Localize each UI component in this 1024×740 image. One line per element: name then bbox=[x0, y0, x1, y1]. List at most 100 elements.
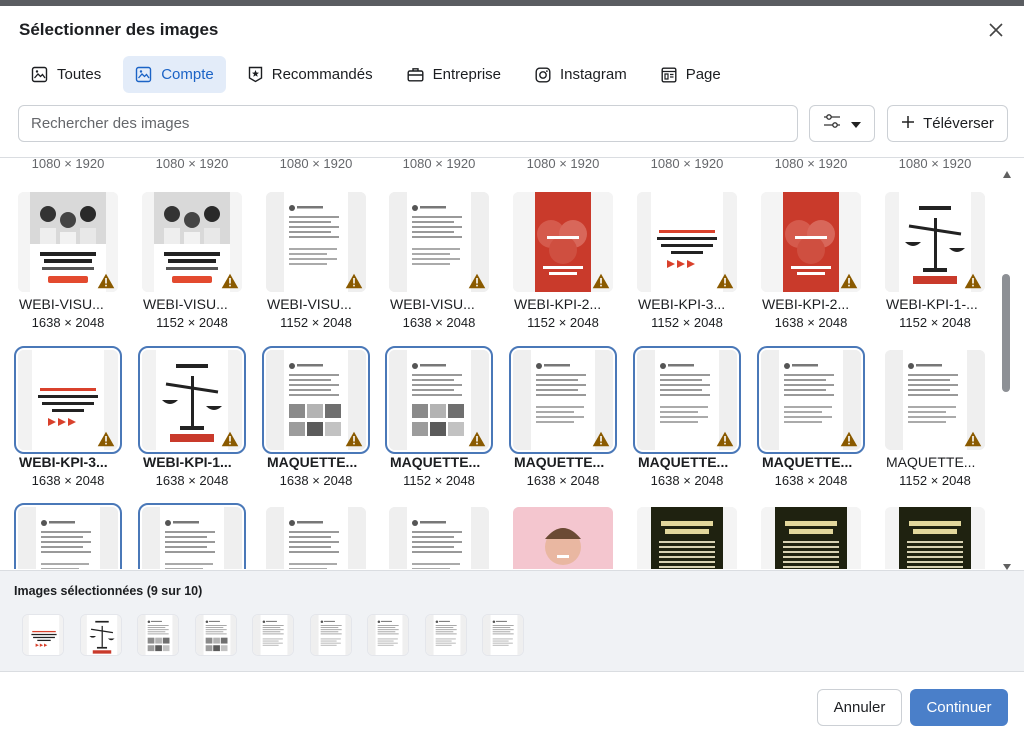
plus-icon bbox=[901, 115, 915, 133]
photos-icon bbox=[135, 66, 161, 83]
image-dimensions: 1080 × 1920 bbox=[526, 158, 600, 171]
warning-icon bbox=[964, 273, 982, 289]
image-name: WEBI-VISU... bbox=[390, 296, 475, 312]
tab-label: Toutes bbox=[57, 66, 102, 83]
selected-image-thumbnail[interactable] bbox=[424, 614, 467, 656]
image-thumbnail[interactable] bbox=[509, 346, 617, 454]
scrollbar-thumb[interactable] bbox=[1002, 274, 1010, 392]
image-dimensions: 1638 × 2048 bbox=[31, 473, 105, 488]
sliders-icon bbox=[823, 114, 841, 133]
image-name: WEBI-KPI-1... bbox=[143, 454, 232, 470]
image-dimensions: 1152 × 2048 bbox=[156, 315, 228, 330]
image-thumbnail[interactable] bbox=[262, 346, 370, 454]
cancel-button[interactable]: Annuler bbox=[817, 689, 902, 726]
image-dimensions: 1638 × 2048 bbox=[774, 473, 848, 488]
image-thumbnail[interactable] bbox=[385, 346, 493, 454]
image-name: WEBI-VISU... bbox=[143, 296, 228, 312]
image-thumbnail[interactable] bbox=[513, 192, 613, 292]
photos-icon bbox=[31, 66, 57, 83]
window-top-bar bbox=[0, 0, 1024, 6]
tab-label: Page bbox=[685, 66, 721, 83]
image-thumbnail[interactable] bbox=[761, 507, 861, 569]
image-name: MAQUETTE... bbox=[390, 454, 481, 470]
warning-icon bbox=[716, 431, 734, 447]
image-dimensions: 1152 × 2048 bbox=[280, 315, 352, 330]
selected-image-thumbnail[interactable] bbox=[22, 614, 64, 656]
tab-instagram[interactable]: Instagram bbox=[523, 56, 639, 93]
image-thumbnail[interactable] bbox=[885, 350, 985, 450]
warning-icon bbox=[345, 273, 363, 289]
image-name: WEBI-KPI-2... bbox=[762, 296, 850, 312]
image-thumbnail[interactable] bbox=[757, 346, 865, 454]
image-thumbnail[interactable] bbox=[633, 346, 741, 454]
image-thumbnail[interactable] bbox=[885, 192, 985, 292]
image-thumbnail[interactable] bbox=[266, 507, 366, 569]
image-thumbnail[interactable] bbox=[637, 507, 737, 569]
image-dimensions: 1638 × 2048 bbox=[279, 473, 353, 488]
tab-page[interactable]: Page bbox=[649, 56, 733, 93]
warning-icon bbox=[468, 431, 486, 447]
image-name: MAQUETTE... bbox=[267, 454, 358, 470]
instagram-icon bbox=[535, 67, 560, 83]
selected-image-thumbnail[interactable] bbox=[137, 614, 179, 656]
image-thumbnail[interactable] bbox=[14, 503, 122, 569]
image-thumbnail[interactable] bbox=[761, 192, 861, 292]
selected-image-thumbnail[interactable] bbox=[367, 614, 409, 656]
selected-image-thumbnail[interactable] bbox=[482, 614, 524, 656]
image-thumbnail[interactable] bbox=[142, 192, 242, 292]
warning-icon bbox=[716, 273, 734, 289]
tab-entreprise[interactable]: Entreprise bbox=[395, 56, 513, 93]
image-thumbnail[interactable] bbox=[637, 192, 737, 292]
image-thumbnail[interactable] bbox=[885, 507, 985, 569]
warning-icon bbox=[840, 431, 858, 447]
image-name: WEBI-VISU... bbox=[267, 296, 352, 312]
image-thumbnail[interactable] bbox=[138, 503, 246, 569]
source-tabs: Toutes Compte Recommandés Entreprise Instagr… bbox=[19, 56, 743, 93]
image-thumbnail[interactable] bbox=[389, 192, 489, 292]
image-name: MAQUETTE... bbox=[514, 454, 605, 470]
selected-image-thumbnail[interactable] bbox=[309, 614, 352, 656]
badge-icon bbox=[248, 66, 272, 83]
image-dimensions: 1152 × 2048 bbox=[899, 473, 971, 488]
warning-icon bbox=[221, 431, 239, 447]
warning-icon bbox=[468, 273, 486, 289]
warning-icon bbox=[221, 273, 239, 289]
image-thumbnail[interactable] bbox=[14, 346, 122, 454]
caret-down-icon bbox=[851, 115, 861, 133]
tab-label: Entreprise bbox=[432, 66, 501, 83]
image-thumbnail[interactable] bbox=[513, 507, 613, 569]
filter-button[interactable] bbox=[809, 105, 875, 142]
image-thumbnail[interactable] bbox=[389, 507, 489, 569]
tab-recommandés[interactable]: Recommandés bbox=[236, 56, 385, 93]
image-dimensions: 1080 × 1920 bbox=[155, 158, 229, 171]
image-name: MAQUETTE... bbox=[638, 454, 729, 470]
image-dimensions: 1152 × 2048 bbox=[527, 315, 599, 330]
dialog-title: Sélectionner des images bbox=[19, 20, 219, 39]
upload-button[interactable]: Téléverser bbox=[887, 105, 1008, 142]
selected-image-thumbnail[interactable] bbox=[79, 614, 122, 656]
image-dimensions: 1080 × 1920 bbox=[279, 158, 353, 171]
image-dimensions: 1638 × 2048 bbox=[774, 315, 848, 330]
search-input[interactable] bbox=[18, 105, 798, 142]
image-thumbnail[interactable] bbox=[138, 346, 246, 454]
image-dimensions: 1152 × 2048 bbox=[899, 315, 971, 330]
image-dimensions: 1638 × 2048 bbox=[650, 473, 724, 488]
page-icon bbox=[661, 67, 686, 83]
select-images-dialog: Sélectionner des images Toutes Compte Reco… bbox=[0, 0, 1024, 740]
image-thumbnail[interactable] bbox=[266, 192, 366, 292]
tab-compte[interactable]: Compte bbox=[123, 56, 226, 93]
continue-button[interactable]: Continuer bbox=[910, 689, 1008, 726]
warning-icon bbox=[592, 273, 610, 289]
image-name: WEBI-KPI-1-... bbox=[886, 296, 978, 312]
briefcase-icon bbox=[407, 67, 433, 82]
image-thumbnail[interactable] bbox=[18, 192, 118, 292]
selected-image-thumbnail[interactable] bbox=[252, 614, 294, 656]
image-name: WEBI-VISU... bbox=[19, 296, 104, 312]
selected-images-title: Images sélectionnées (9 sur 10) bbox=[14, 584, 203, 598]
close-icon[interactable] bbox=[984, 18, 1008, 42]
tab-toutes[interactable]: Toutes bbox=[19, 56, 113, 93]
image-dimensions: 1080 × 1920 bbox=[650, 158, 724, 171]
warning-icon bbox=[592, 431, 610, 447]
image-name: MAQUETTE... bbox=[886, 454, 976, 470]
selected-image-thumbnail[interactable] bbox=[194, 614, 237, 656]
